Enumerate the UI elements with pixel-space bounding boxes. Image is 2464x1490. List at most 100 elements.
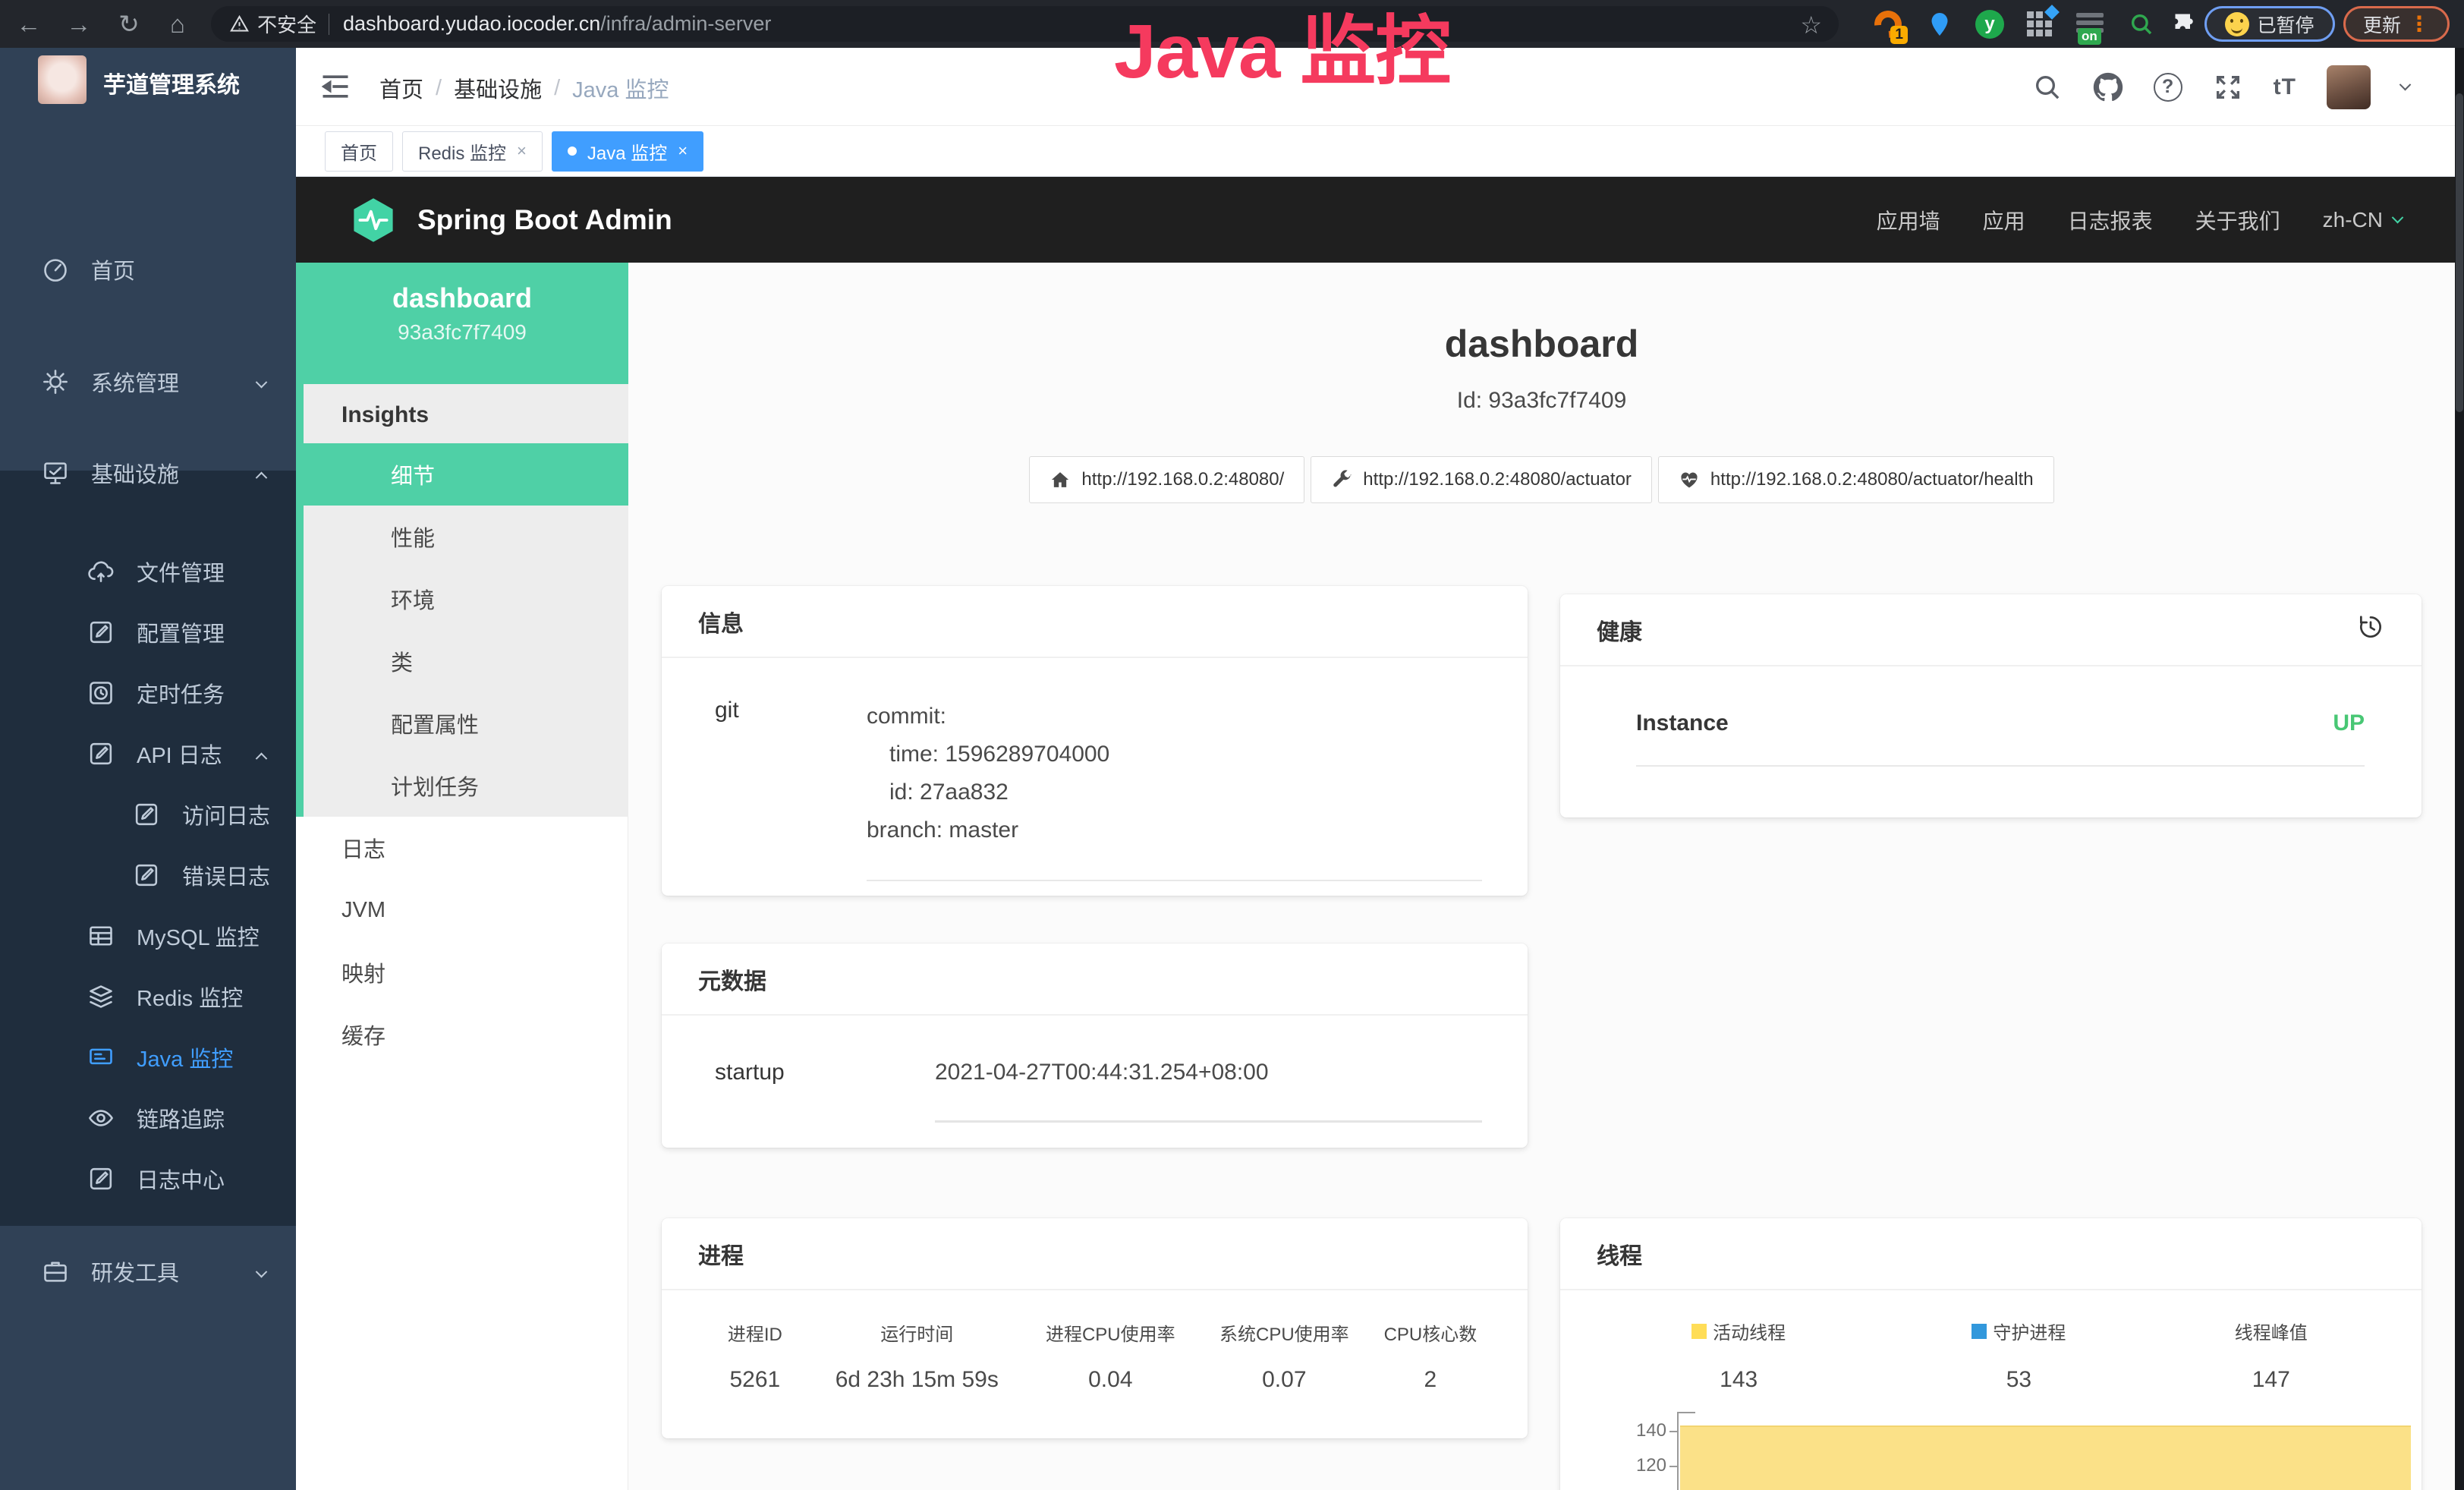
sidebar-item-error-log[interactable]: 错误日志 — [0, 845, 296, 906]
sidebar-item-scheduled-job[interactable]: 定时任务 — [0, 663, 296, 723]
extension-green-search-icon[interactable] — [2125, 8, 2158, 41]
sidebar-item-home[interactable]: 首页 — [0, 239, 296, 300]
history-icon[interactable] — [2356, 613, 2385, 647]
sba-item-details[interactable]: 细节 — [304, 443, 628, 506]
help-icon[interactable]: ? — [2154, 73, 2182, 102]
sba-insights-label: Insights — [304, 384, 628, 446]
sba-instance-name: dashboard — [296, 282, 628, 314]
browser-back-button[interactable]: ← — [8, 0, 50, 48]
sba-item-scheduled[interactable]: 计划任务 — [304, 754, 628, 817]
active-dot-icon — [568, 146, 577, 156]
sba-item-caches[interactable]: 缓存 — [296, 1003, 628, 1066]
tab-java-monitor[interactable]: Java 监控 × — [552, 131, 703, 172]
sidebar-item-access-log[interactable]: 访问日志 — [0, 784, 296, 845]
tab-home[interactable]: 首页 — [325, 131, 393, 172]
sba-nav-journal[interactable]: 日志报表 — [2068, 205, 2153, 235]
sidebar-item-redis-monitor[interactable]: Redis 监控 — [0, 966, 296, 1027]
sba-item-env[interactable]: 环境 — [304, 568, 628, 630]
sba-nav-wall[interactable]: 应用墙 — [1877, 205, 1940, 235]
sba-instance-id: 93a3fc7f7409 — [296, 320, 628, 345]
cell-value: 5261 — [700, 1367, 810, 1393]
sba-nav-applications[interactable]: 应用 — [1983, 205, 2025, 235]
breadcrumb-infra[interactable]: 基础设施 — [454, 72, 542, 104]
instance-health-link[interactable]: http://192.168.0.2:48080/actuator/health — [1658, 456, 2054, 503]
instance-id-line: Id: 93a3fc7f7409 — [628, 388, 2455, 414]
avatar-caret-icon[interactable] — [2399, 79, 2412, 91]
y-tick-mark — [1669, 1431, 1679, 1432]
sba-language-select[interactable]: zh-CN — [2323, 208, 2402, 232]
browser-menu-dots-icon[interactable]: ⋮ — [2409, 11, 2430, 36]
browser-update-button[interactable]: 更新 ⋮ — [2343, 6, 2450, 42]
breadcrumb-home[interactable]: 首页 — [379, 72, 423, 104]
sba-item-logfile[interactable]: 日志 — [296, 817, 628, 879]
extension-pin-icon[interactable] — [1923, 8, 1956, 41]
sba-sidebar: dashboard 93a3fc7f7409 Insights 细节 性能 环境… — [296, 263, 628, 1490]
stat-value: 143 — [1591, 1367, 1887, 1393]
sidebar-item-config-manage[interactable]: 配置管理 — [0, 602, 296, 663]
fullscreen-icon[interactable] — [2213, 72, 2243, 102]
health-instance-label[interactable]: Instance — [1636, 710, 1729, 736]
extension-switch-on-icon[interactable]: on — [2073, 8, 2107, 41]
sidebar-item-system[interactable]: 系统管理 — [0, 351, 296, 412]
page-scrollbar[interactable] — [2455, 48, 2464, 1490]
sidebar-item-api-log[interactable]: API 日志 — [0, 723, 296, 784]
security-label: 不安全 — [257, 10, 316, 38]
sba-nav-about[interactable]: 关于我们 — [2195, 205, 2280, 235]
sidebar-item-mysql-monitor[interactable]: MySQL 监控 — [0, 906, 296, 966]
instance-links-row: http://192.168.0.2:48080/ http://192.168… — [628, 456, 2455, 503]
user-avatar[interactable] — [2327, 65, 2371, 109]
sba-brand-title[interactable]: Spring Boot Admin — [417, 204, 672, 236]
info-card-title: 信息 — [698, 605, 744, 638]
breadcrumb-current: Java 监控 — [572, 72, 669, 104]
extensions-puzzle-icon[interactable] — [2169, 8, 2202, 41]
sidebar-item-file-manage[interactable]: 文件管理 — [0, 541, 296, 602]
instance-actuator-link[interactable]: http://192.168.0.2:48080/actuator — [1311, 456, 1652, 503]
address-bar[interactable]: 不安全 dashboard.yudao.iocoder.cn/infra/adm… — [211, 6, 1839, 42]
sba-item-configprops[interactable]: 配置属性 — [304, 692, 628, 754]
sidebar-collapse-icon[interactable] — [319, 70, 352, 103]
process-card-title: 进程 — [698, 1237, 744, 1271]
extension-colorzilla-icon[interactable]: 1 — [1871, 8, 1905, 41]
browser-home-button[interactable]: ⌂ — [156, 0, 199, 48]
browser-reload-button[interactable]: ↻ — [108, 0, 150, 48]
metadata-startup-label: startup — [715, 1060, 935, 1123]
cell-value: 6d 23h 15m 59s — [810, 1367, 1024, 1393]
metadata-startup-value: 2021-04-27T00:44:31.254+08:00 — [935, 1060, 1482, 1085]
health-card: 健康 Instance UP — [1560, 594, 2422, 817]
extension-grid-icon[interactable] — [2023, 8, 2056, 41]
threads-stats: 活动线程 143 守护进程 53 线程峰值 147 — [1591, 1318, 2391, 1393]
search-icon[interactable] — [2032, 72, 2063, 102]
instance-home-link[interactable]: http://192.168.0.2:48080/ — [1029, 456, 1304, 503]
stat-value: 53 — [1887, 1367, 2151, 1393]
app-brand-title: 芋道管理系统 — [103, 66, 240, 99]
close-icon[interactable]: × — [678, 141, 688, 161]
sidebar-item-trace[interactable]: 链路追踪 — [0, 1088, 296, 1148]
extension-y-icon[interactable]: y — [1973, 8, 2006, 41]
extension-y-glyph: y — [1975, 10, 2004, 39]
sba-item-metrics[interactable]: 性能 — [304, 506, 628, 568]
font-size-icon[interactable]: tT — [2274, 74, 2296, 100]
wrench-icon — [1331, 469, 1352, 490]
sba-item-classes[interactable]: 类 — [304, 630, 628, 692]
bookmark-star-icon[interactable]: ☆ — [1800, 11, 1822, 39]
sidebar-item-log-center[interactable]: 日志中心 — [0, 1148, 296, 1209]
github-icon[interactable] — [2093, 72, 2123, 102]
sidebar-item-dev-tools[interactable]: 研发工具 — [0, 1241, 296, 1302]
extension-badge: 1 — [1890, 26, 1908, 44]
scrollbar-thumb[interactable] — [2456, 93, 2463, 412]
sba-item-mappings[interactable]: 映射 — [296, 941, 628, 1003]
tab-redis-monitor[interactable]: Redis 监控 × — [402, 131, 543, 172]
sidebar-item-infra[interactable]: 基础设施 — [0, 443, 296, 503]
close-icon[interactable]: × — [517, 141, 527, 161]
sba-item-jvm[interactable]: JVM — [296, 879, 628, 941]
chevron-down-icon — [256, 376, 268, 388]
paused-label: 已暂停 — [2257, 11, 2314, 38]
browser-forward-button[interactable]: → — [58, 0, 100, 48]
col-header: 运行时间 — [810, 1319, 1024, 1346]
stat-label: 活动线程 — [1713, 1318, 1786, 1344]
sidebar-item-java-monitor[interactable]: Java 监控 — [0, 1027, 296, 1088]
live-threads-area-series — [1680, 1425, 2411, 1490]
profile-paused-chip[interactable]: 已暂停 — [2204, 6, 2335, 42]
info-git-label: git — [715, 698, 867, 881]
metadata-card-title: 元数据 — [698, 962, 766, 996]
